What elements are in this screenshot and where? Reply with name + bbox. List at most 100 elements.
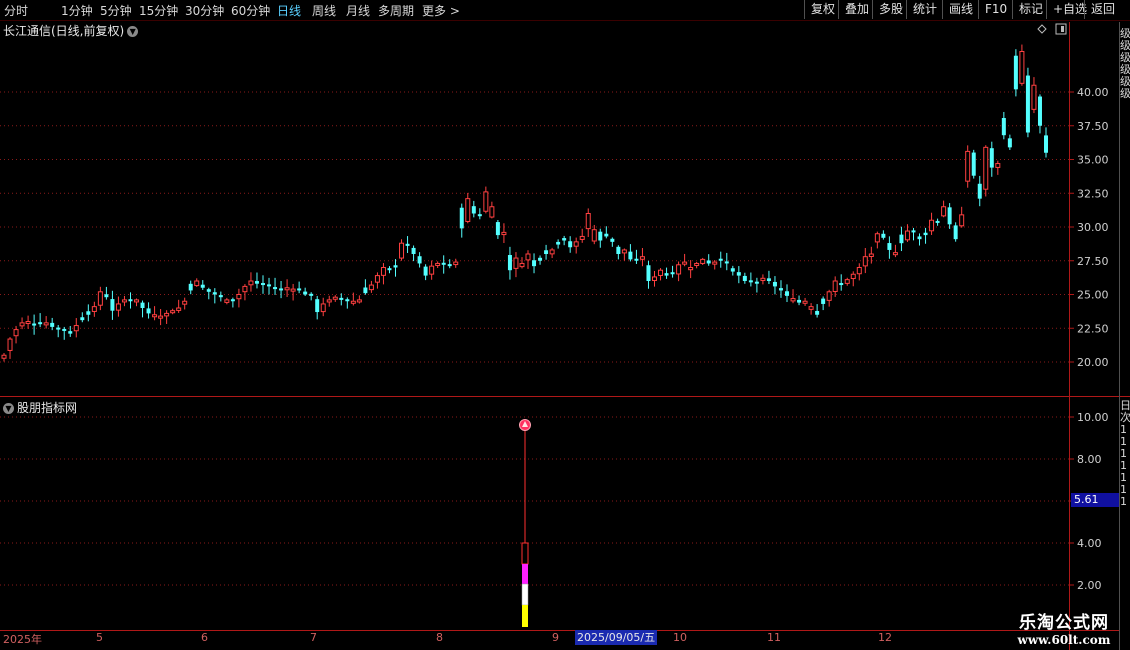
candle — [821, 296, 826, 311]
candle — [62, 326, 67, 340]
kline-chart[interactable]: 20.00 22.50 25.00 27.50 30.00 32.50 35.00 37.50… — [0, 0, 1130, 650]
indicator-signal-bar — [519, 419, 531, 627]
candle — [935, 218, 940, 226]
candle — [363, 279, 368, 295]
candle — [339, 293, 344, 306]
candle — [700, 257, 706, 265]
candle — [887, 236, 892, 259]
date-label: 12 — [878, 631, 892, 644]
indicator-title-text: 股朋指标网 — [17, 401, 78, 415]
date-label: 7 — [310, 631, 317, 644]
candle — [290, 283, 296, 301]
candle — [200, 280, 205, 290]
candle — [1025, 67, 1030, 138]
candle — [892, 244, 898, 258]
candle — [929, 212, 935, 235]
candle — [86, 304, 91, 322]
candle — [320, 297, 326, 317]
date-cursor-label: 2025/09/05/五 — [575, 630, 658, 645]
candle — [579, 228, 585, 243]
price-tick-label: 20.00 — [1077, 356, 1109, 369]
side-panel-strip-top[interactable]: 级级级级级级 — [1120, 28, 1130, 138]
candle — [224, 297, 230, 305]
candle — [826, 289, 832, 307]
date-label: 5 — [96, 631, 103, 644]
candle — [965, 145, 971, 188]
candle — [417, 252, 422, 268]
date-label: 6 — [201, 631, 208, 644]
candle — [646, 260, 651, 289]
candle — [399, 239, 405, 261]
candle — [134, 298, 140, 307]
candle — [1007, 134, 1012, 150]
candle — [441, 255, 446, 274]
top-right-icons[interactable] — [1037, 23, 1067, 35]
candle — [549, 247, 555, 259]
candle — [573, 237, 579, 254]
candle — [519, 257, 525, 269]
candle — [43, 316, 49, 329]
candle — [760, 274, 766, 285]
price-tick-label: 40.00 — [1077, 86, 1109, 99]
candle — [194, 278, 200, 287]
candle — [38, 313, 43, 328]
candle — [206, 287, 211, 300]
candle — [19, 317, 25, 330]
candle — [501, 223, 507, 243]
candle — [983, 145, 989, 197]
indicator-gridlines — [0, 416, 1069, 586]
candle — [32, 314, 37, 335]
candle — [917, 233, 922, 246]
candle — [374, 272, 380, 289]
candle — [790, 289, 796, 304]
candle — [345, 297, 350, 309]
candle — [471, 200, 476, 218]
candle — [712, 259, 718, 270]
candle — [459, 203, 464, 238]
candle — [350, 292, 356, 306]
side-panel-strip-bottom[interactable]: 日次1111111 — [1120, 400, 1130, 600]
candle — [218, 291, 223, 302]
candle — [368, 280, 374, 293]
candle — [507, 246, 512, 280]
candle — [815, 304, 820, 318]
candle — [797, 295, 802, 306]
candle — [742, 272, 747, 284]
candle — [68, 325, 73, 337]
date-label: 11 — [767, 631, 781, 644]
candle — [411, 245, 416, 262]
candle — [7, 337, 13, 359]
candle — [730, 265, 735, 276]
indicator-tick-label: 8.00 — [1077, 453, 1102, 466]
date-label: 2025年 — [3, 633, 42, 646]
candle — [140, 300, 145, 318]
candle — [297, 281, 302, 294]
candle — [670, 265, 675, 278]
candle — [50, 317, 55, 331]
indicator-tick-label: 2.00 — [1077, 579, 1102, 592]
candle — [56, 324, 61, 338]
chevron-down-icon[interactable]: ▼ — [3, 403, 14, 414]
indicator-title: ▼ 股朋指标网 — [3, 399, 77, 416]
candle — [91, 301, 97, 317]
candle — [525, 250, 531, 269]
candle — [694, 261, 700, 269]
candle — [495, 220, 500, 239]
candle — [380, 263, 386, 285]
chevron-down-icon[interactable]: ▼ — [127, 26, 139, 37]
candle — [236, 288, 242, 308]
candle — [977, 175, 982, 207]
candle — [953, 222, 958, 242]
candle — [260, 275, 265, 294]
candle — [326, 295, 332, 307]
candle — [718, 251, 723, 268]
price-tick-label: 35.00 — [1077, 154, 1109, 167]
candle — [651, 270, 657, 287]
price-tick-label: 32.50 — [1077, 187, 1109, 200]
date-label: 10 — [673, 631, 687, 644]
candle — [766, 270, 771, 285]
candle — [435, 261, 441, 268]
candle — [483, 186, 489, 214]
candle — [513, 252, 519, 278]
candle — [315, 295, 320, 320]
